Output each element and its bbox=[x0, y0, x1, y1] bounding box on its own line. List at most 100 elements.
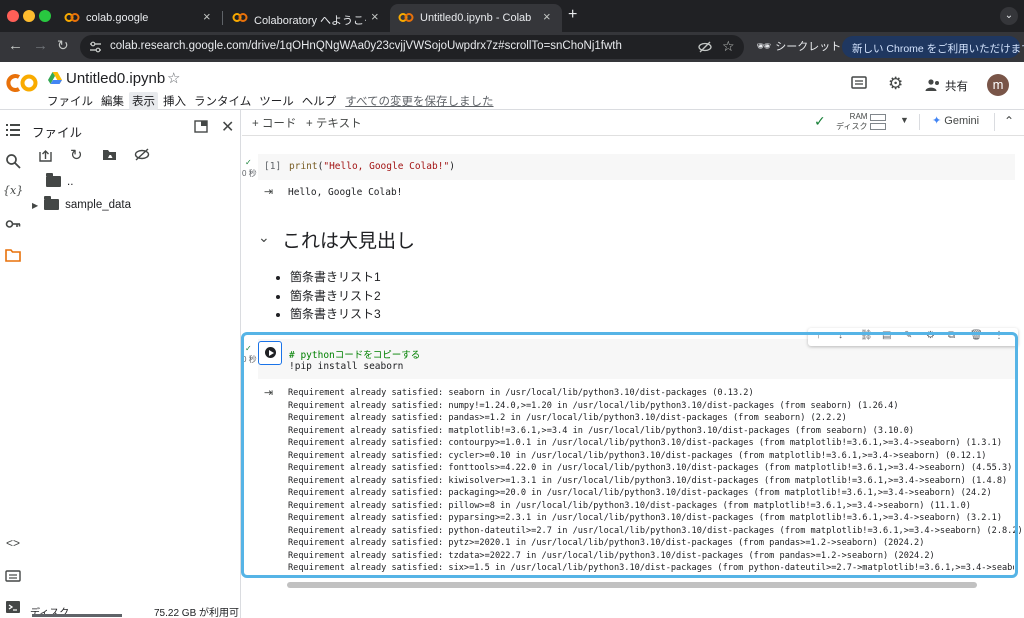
chrome-update-button[interactable]: 新しい Chrome をご利用いただけます bbox=[842, 36, 1024, 58]
search-icon[interactable] bbox=[5, 153, 21, 169]
open-in-tab-icon[interactable] bbox=[194, 120, 208, 133]
back-icon[interactable]: ← bbox=[8, 37, 23, 54]
code-cell-1[interactable]: [1] print("Hello, Google Colab!") bbox=[258, 154, 1015, 180]
address-bar[interactable]: colab.research.google.com/drive/1qOHnQNg… bbox=[80, 35, 744, 59]
disk-usage-bar bbox=[32, 614, 122, 617]
upload-file-icon[interactable] bbox=[39, 148, 52, 162]
code-function: print bbox=[289, 161, 318, 172]
menu-file[interactable]: ファイル bbox=[44, 92, 96, 110]
tab-search-icon[interactable]: ⌄ bbox=[1000, 7, 1018, 25]
browser-tab-untitled0[interactable]: Untitled0.ipynb - Colab × bbox=[390, 4, 562, 32]
expand-arrow-icon[interactable]: ▶ bbox=[32, 201, 38, 210]
runtime-dropdown-icon[interactable]: ▼ bbox=[900, 115, 909, 125]
browser-tab-colab-welcome[interactable]: Colaboratory へようこそ - Colab × bbox=[224, 4, 388, 32]
markdown-heading: これは大見出し bbox=[282, 231, 416, 252]
refresh-icon[interactable]: ↻ bbox=[70, 146, 83, 164]
tree-item-parent-dir[interactable]: .. bbox=[46, 173, 74, 188]
toolbar-divider bbox=[919, 114, 920, 130]
cell-output-line: Hello, Google Colab! bbox=[288, 187, 403, 198]
user-avatar[interactable]: m bbox=[987, 74, 1009, 96]
code-snippets-icon[interactable]: <> bbox=[5, 536, 21, 552]
cell-run-time: 0 秒 bbox=[242, 169, 257, 178]
tab-separator bbox=[222, 11, 223, 25]
output-horizontal-scrollbar[interactable] bbox=[287, 582, 977, 588]
browser-tab-colab-google[interactable]: colab.google × bbox=[56, 4, 220, 32]
mount-drive-icon[interactable] bbox=[102, 148, 117, 161]
files-folder-icon[interactable] bbox=[5, 247, 21, 263]
variables-icon[interactable]: {x} bbox=[3, 184, 23, 200]
share-button[interactable]: 共有 bbox=[945, 78, 968, 94]
menu-insert[interactable]: 挿入 bbox=[160, 92, 189, 110]
list-item: 箇条書きリスト2 bbox=[290, 287, 381, 306]
menu-bar: ファイル 編集 表示 挿入 ランタイム ツール ヘルプ すべての変更を保存しました bbox=[44, 92, 494, 110]
list-item: 箇条書きリスト3 bbox=[290, 305, 381, 324]
tree-item-label: sample_data bbox=[65, 199, 132, 211]
saved-status-link[interactable]: すべての変更を保存しました bbox=[345, 96, 493, 108]
colab-favicon-icon bbox=[398, 13, 414, 22]
incognito-indicator[interactable]: 🕶 シークレット bbox=[756, 38, 841, 54]
notebook-title[interactable]: Untitled0.ipynb bbox=[66, 70, 165, 87]
ram-usage-bar bbox=[870, 114, 886, 121]
browser-tab-strip: colab.google × Colaboratory へようこそ - Cola… bbox=[0, 0, 1024, 32]
add-text-cell-button[interactable]: + テキスト bbox=[306, 115, 362, 131]
execution-count: [1] bbox=[264, 161, 282, 172]
google-drive-icon bbox=[48, 72, 62, 84]
colab-favicon-icon bbox=[64, 13, 80, 22]
maximize-window-button[interactable] bbox=[39, 10, 51, 22]
comment-icon[interactable] bbox=[851, 76, 867, 91]
colab-header: Untitled0.ipynb ☆ ファイル 編集 表示 挿入 ランタイム ツール ヘルプす… bbox=[0, 62, 1024, 110]
focused-cell-highlight bbox=[241, 332, 1018, 578]
eye-off-icon[interactable] bbox=[698, 40, 712, 54]
collapse-header-icon[interactable]: ⌃ bbox=[1004, 114, 1014, 128]
connected-check-icon: ✓ bbox=[814, 113, 826, 129]
close-panel-icon[interactable]: ✕ bbox=[221, 117, 234, 137]
star-icon[interactable]: ☆ bbox=[167, 69, 180, 87]
colab-logo-icon[interactable] bbox=[6, 72, 40, 94]
gemini-button[interactable]: ✦ Gemini bbox=[932, 114, 979, 127]
site-info-icon[interactable] bbox=[89, 41, 102, 53]
people-share-icon bbox=[925, 79, 939, 91]
incognito-label: シークレット bbox=[775, 41, 842, 53]
resource-labels[interactable]: RAM ディスク bbox=[836, 112, 867, 132]
url-text: colab.research.google.com/drive/1qOHnQNg… bbox=[110, 40, 622, 52]
menu-tools[interactable]: ツール bbox=[256, 92, 297, 110]
folder-icon bbox=[46, 173, 61, 188]
terminal-icon[interactable] bbox=[5, 599, 21, 615]
ram-label: RAM bbox=[849, 112, 868, 121]
tree-item-label: .. bbox=[67, 176, 74, 188]
tree-item-sample-data[interactable]: ▶ sample_data bbox=[32, 196, 132, 211]
incognito-icon: 🕶 bbox=[756, 39, 772, 53]
tab-title: Untitled0.ipynb - Colab bbox=[420, 12, 532, 24]
menu-help[interactable]: ヘルプ bbox=[299, 92, 340, 110]
new-tab-icon[interactable]: + bbox=[568, 6, 577, 24]
gemini-label: Gemini bbox=[944, 115, 980, 127]
command-palette-icon[interactable] bbox=[5, 568, 21, 584]
reload-icon[interactable]: ↻ bbox=[57, 37, 69, 54]
secrets-key-icon[interactable] bbox=[5, 216, 21, 232]
settings-gear-icon[interactable]: ⚙ bbox=[888, 74, 903, 94]
list-item: 箇条書きリスト1 bbox=[290, 268, 381, 287]
menu-runtime[interactable]: ランタイム bbox=[191, 92, 254, 110]
menu-edit[interactable]: 編集 bbox=[98, 92, 127, 110]
code-line: print("Hello, Google Colab!") bbox=[289, 161, 455, 172]
close-window-button[interactable] bbox=[7, 10, 19, 22]
tab-title: colab.google bbox=[86, 12, 149, 24]
hide-files-eye-off-icon[interactable] bbox=[134, 148, 150, 161]
cell-run-check-icon: ✓ bbox=[245, 158, 252, 167]
menu-view[interactable]: 表示 bbox=[129, 92, 158, 110]
close-tab-icon[interactable]: × bbox=[203, 9, 211, 24]
disk-usage-meter bbox=[870, 123, 886, 130]
minimize-window-button[interactable] bbox=[23, 10, 35, 22]
browser-toolbar: ← → ↻ colab.research.google.com/drive/1q… bbox=[0, 32, 1024, 62]
close-tab-icon[interactable]: × bbox=[371, 9, 379, 24]
output-toggle-icon[interactable]: ⇥ bbox=[264, 185, 273, 198]
add-code-cell-button[interactable]: + コード bbox=[252, 115, 296, 131]
disk-resource-label: ディスク bbox=[836, 122, 868, 131]
collapse-section-chevron-icon[interactable]: ⌄ bbox=[258, 229, 270, 246]
close-tab-icon[interactable]: × bbox=[543, 9, 551, 24]
bookmark-star-icon[interactable]: ☆ bbox=[722, 38, 735, 55]
file-panel-title: ファイル bbox=[32, 126, 83, 140]
table-of-contents-icon[interactable] bbox=[5, 122, 21, 138]
left-rail: {x} <> bbox=[0, 110, 26, 618]
forward-icon[interactable]: → bbox=[33, 37, 48, 54]
